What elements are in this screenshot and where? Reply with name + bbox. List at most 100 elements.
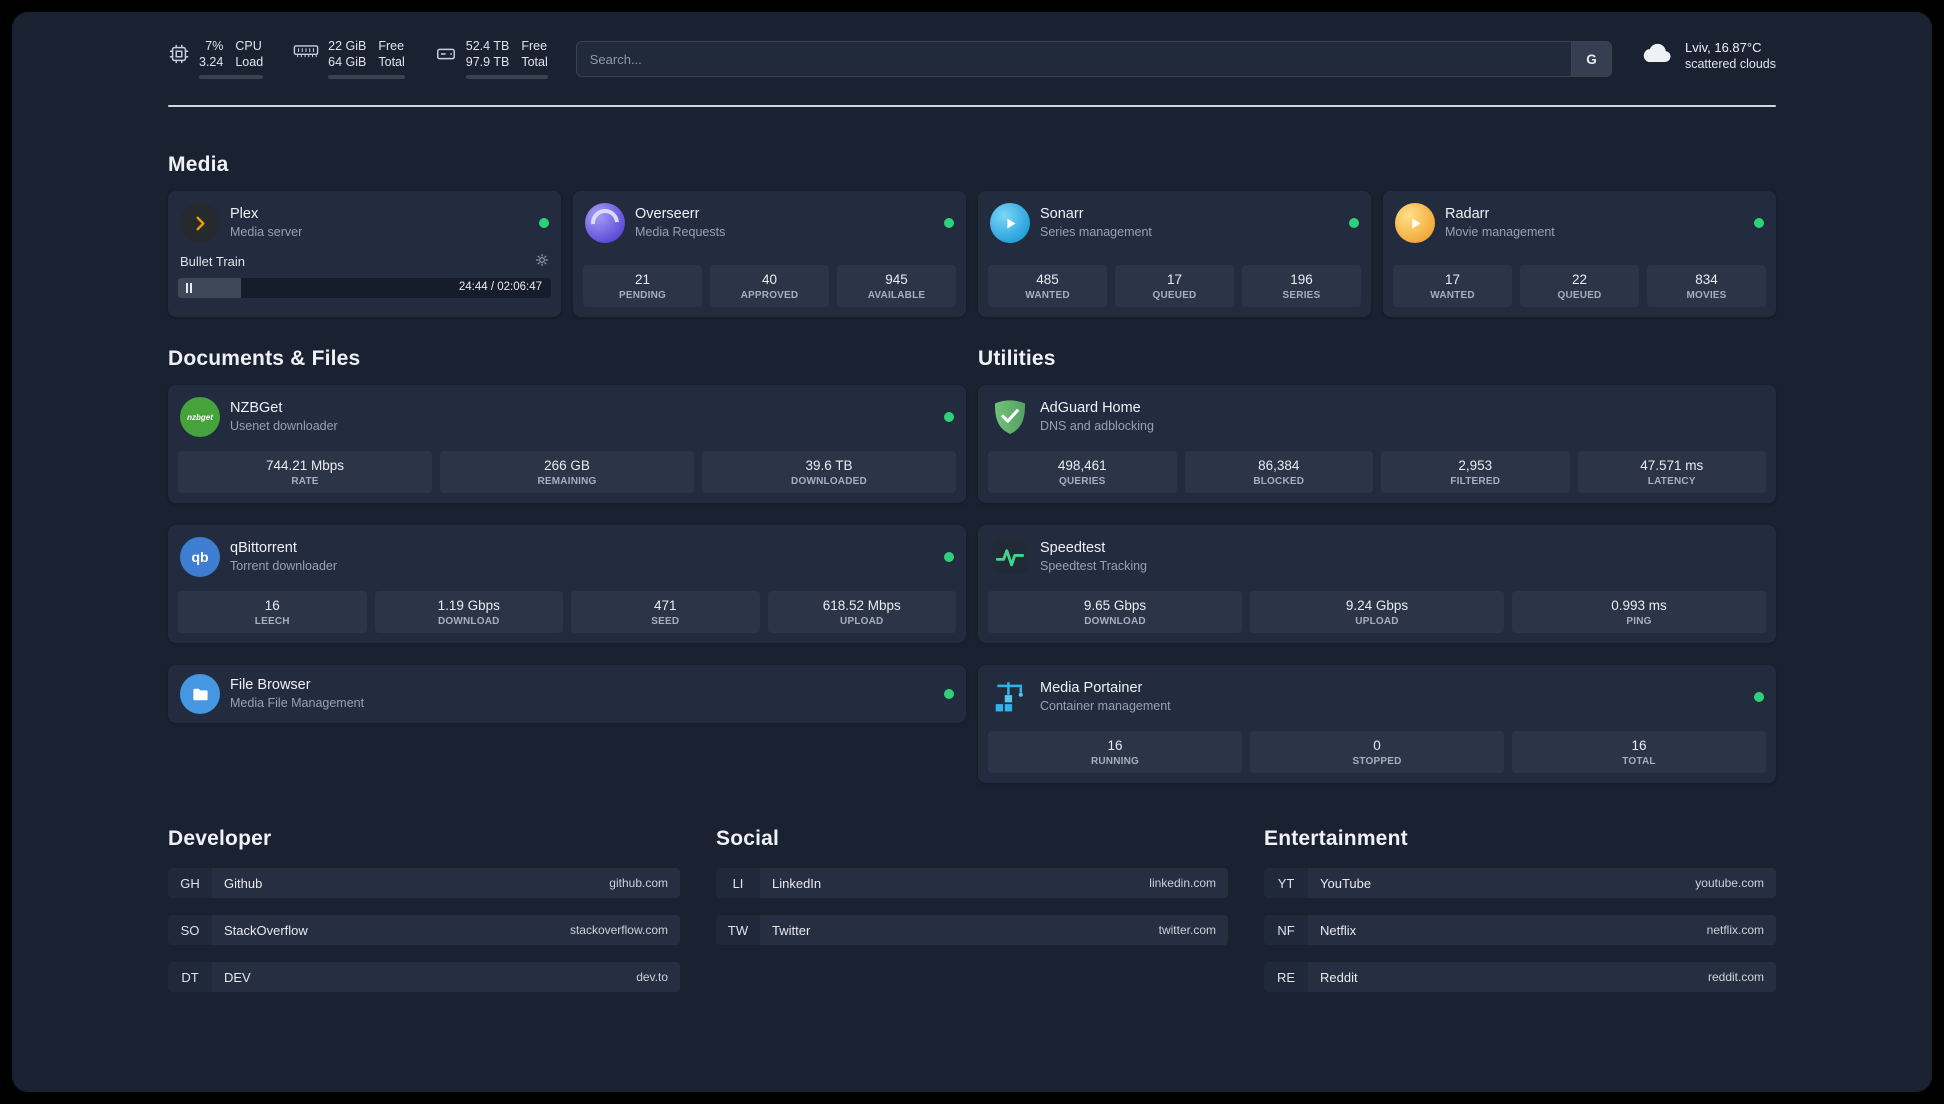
service-desc: Usenet downloader [230, 419, 338, 434]
stat-tile: 17 WANTED [1393, 265, 1512, 307]
bookmark-url: github.com [609, 876, 668, 890]
stat-label: SEED [651, 616, 680, 627]
stat-label: PENDING [619, 290, 666, 301]
stat-tile: 16 TOTAL [1512, 731, 1766, 773]
service-card-filebrowser[interactable]: File Browser Media File Management [168, 665, 966, 723]
stat-label: PING [1626, 616, 1652, 627]
cpu-load-label: Load [235, 55, 264, 69]
service-name: Plex [230, 206, 259, 223]
bookmark-abbr: GH [168, 868, 212, 898]
service-name: File Browser [230, 677, 311, 694]
bookmark-reddit[interactable]: RE Reddit reddit.com [1264, 962, 1776, 992]
playback-progress-bar: 24:44 / 02:06:47 [178, 278, 551, 298]
now-playing-title: Bullet Train [180, 254, 246, 269]
service-name: Speedtest [1040, 540, 1106, 557]
stat-label: BLOCKED [1253, 476, 1305, 487]
bookmark-stackoverflow[interactable]: SO StackOverflow stackoverflow.com [168, 915, 680, 945]
bookmark-name: DEV [224, 969, 251, 985]
stat-tile: 0 STOPPED [1250, 731, 1504, 773]
stat-value: 22 [1571, 272, 1588, 287]
search-provider-button[interactable]: G [1570, 42, 1611, 76]
stat-value: 40 [761, 272, 778, 287]
stat-tile: 485 WANTED [988, 265, 1107, 307]
search-bar: G [575, 41, 1612, 77]
stat-label: WANTED [1430, 290, 1475, 301]
service-card-qbittorrent[interactable]: qb qBittorrent Torrent downloader 16 LEE… [168, 525, 966, 643]
stat-tile: 744.21 Mbps RATE [178, 451, 432, 493]
stat-tile: 9.24 Gbps UPLOAD [1250, 591, 1504, 633]
stat-value: 9.24 Gbps [1345, 598, 1409, 613]
service-card-radarr[interactable]: Radarr Movie management 17 WANTED 22 QUE… [1383, 191, 1776, 317]
stat-value: 0.993 ms [1611, 598, 1667, 613]
service-card-speedtest[interactable]: Speedtest Speedtest Tracking 9.65 Gbps D… [978, 525, 1776, 643]
service-card-portainer[interactable]: Media Portainer Container management 16 … [978, 665, 1776, 783]
stat-value: 485 [1036, 272, 1059, 287]
nzbget-icon: nzbget [180, 397, 220, 437]
stat-label: WANTED [1025, 290, 1070, 301]
bookmark-name: Netflix [1320, 922, 1357, 938]
bookmark-url: youtube.com [1695, 876, 1764, 890]
stat-label: LATENCY [1647, 476, 1696, 487]
bookmark-abbr: LI [716, 868, 760, 898]
weather-widget: Lviv, 16.87°C scattered clouds [1640, 40, 1776, 71]
service-card-nzbget[interactable]: nzbget NZBGet Usenet downloader 744.21 M… [168, 385, 966, 503]
portainer-icon [990, 677, 1030, 717]
service-desc: Container management [1040, 699, 1171, 714]
section-title-documents: Documents & Files [168, 347, 361, 370]
bookmark-github[interactable]: GH Github github.com [168, 868, 680, 898]
section-title-utilities: Utilities [978, 347, 1056, 370]
service-card-overseerr[interactable]: Overseerr Media Requests 21 PENDING 40 A… [573, 191, 966, 317]
service-card-sonarr[interactable]: Sonarr Series management 485 WANTED 17 Q… [978, 191, 1371, 317]
memory-total-label: Total [378, 55, 405, 69]
service-desc: Movie management [1445, 225, 1555, 240]
bookmark-linkedin[interactable]: LI LinkedIn linkedin.com [716, 868, 1228, 898]
stat-value: 618.52 Mbps [822, 598, 901, 613]
section-title-media: Media [168, 153, 229, 176]
bookmark-twitter[interactable]: TW Twitter twitter.com [716, 915, 1228, 945]
filebrowser-icon [180, 674, 220, 714]
bookmark-abbr: NF [1264, 915, 1308, 945]
radarr-icon [1395, 203, 1435, 243]
section-documents: Documents & Files nzbget NZBGet Usenet d… [168, 347, 966, 723]
stat-tile: 21 PENDING [583, 265, 702, 307]
cpu-load-value: 3.24 [199, 55, 224, 69]
stat-value: 744.21 Mbps [265, 458, 345, 473]
overseerr-icon [585, 203, 625, 243]
stat-label: DOWNLOAD [437, 616, 500, 627]
stat-tile: 16 RUNNING [988, 731, 1242, 773]
search-input[interactable] [576, 42, 1571, 76]
bookmark-youtube[interactable]: YT YouTube youtube.com [1264, 868, 1776, 898]
service-name: Radarr [1445, 206, 1490, 223]
stat-tile: 2,953 FILTERED [1381, 451, 1570, 493]
topbar-divider [168, 105, 1776, 107]
status-dot [1754, 692, 1764, 702]
status-dot [1754, 218, 1764, 228]
stat-tile: 47.571 ms LATENCY [1577, 451, 1766, 493]
bookmark-url: linkedin.com [1149, 876, 1216, 890]
bookmark-netflix[interactable]: NF Netflix netflix.com [1264, 915, 1776, 945]
status-dot [1349, 218, 1359, 228]
bookmark-dev[interactable]: DT DEV dev.to [168, 962, 680, 992]
cpu-percent: 7% [205, 39, 224, 53]
service-card-plex[interactable]: Plex Media server Bullet Train 24:44 / 0… [168, 191, 561, 317]
cpu-widget: 7% CPU 3.24 Load [168, 38, 264, 79]
stat-label: QUEUED [1557, 290, 1602, 301]
gear-icon[interactable] [535, 253, 549, 270]
pause-icon[interactable] [186, 283, 192, 293]
stat-label: UPLOAD [840, 616, 884, 627]
service-card-adguard[interactable]: AdGuard Home DNS and adblocking 498,461 … [978, 385, 1776, 503]
stat-label: RATE [291, 476, 319, 487]
stat-tile: 0.993 ms PING [1512, 591, 1766, 633]
speedtest-icon [990, 537, 1030, 577]
memory-total-value: 64 GiB [328, 55, 367, 69]
stat-label: AVAILABLE [867, 290, 926, 301]
stat-label: TOTAL [1622, 756, 1656, 767]
disk-total-value: 97.9 TB [465, 55, 510, 69]
stat-value: 86,384 [1258, 458, 1300, 473]
stat-label: DOWNLOAD [1084, 616, 1146, 627]
memory-widget: 22 GiB Free 64 GiB Total [293, 38, 405, 79]
stat-value: 39.6 TB [805, 458, 853, 473]
stat-value: 196 [1290, 272, 1313, 287]
stat-label: APPROVED [740, 290, 799, 301]
resource-widgets: 7% CPU 3.24 Load 22 GiB Free 64 GiB Tota… [168, 38, 548, 79]
